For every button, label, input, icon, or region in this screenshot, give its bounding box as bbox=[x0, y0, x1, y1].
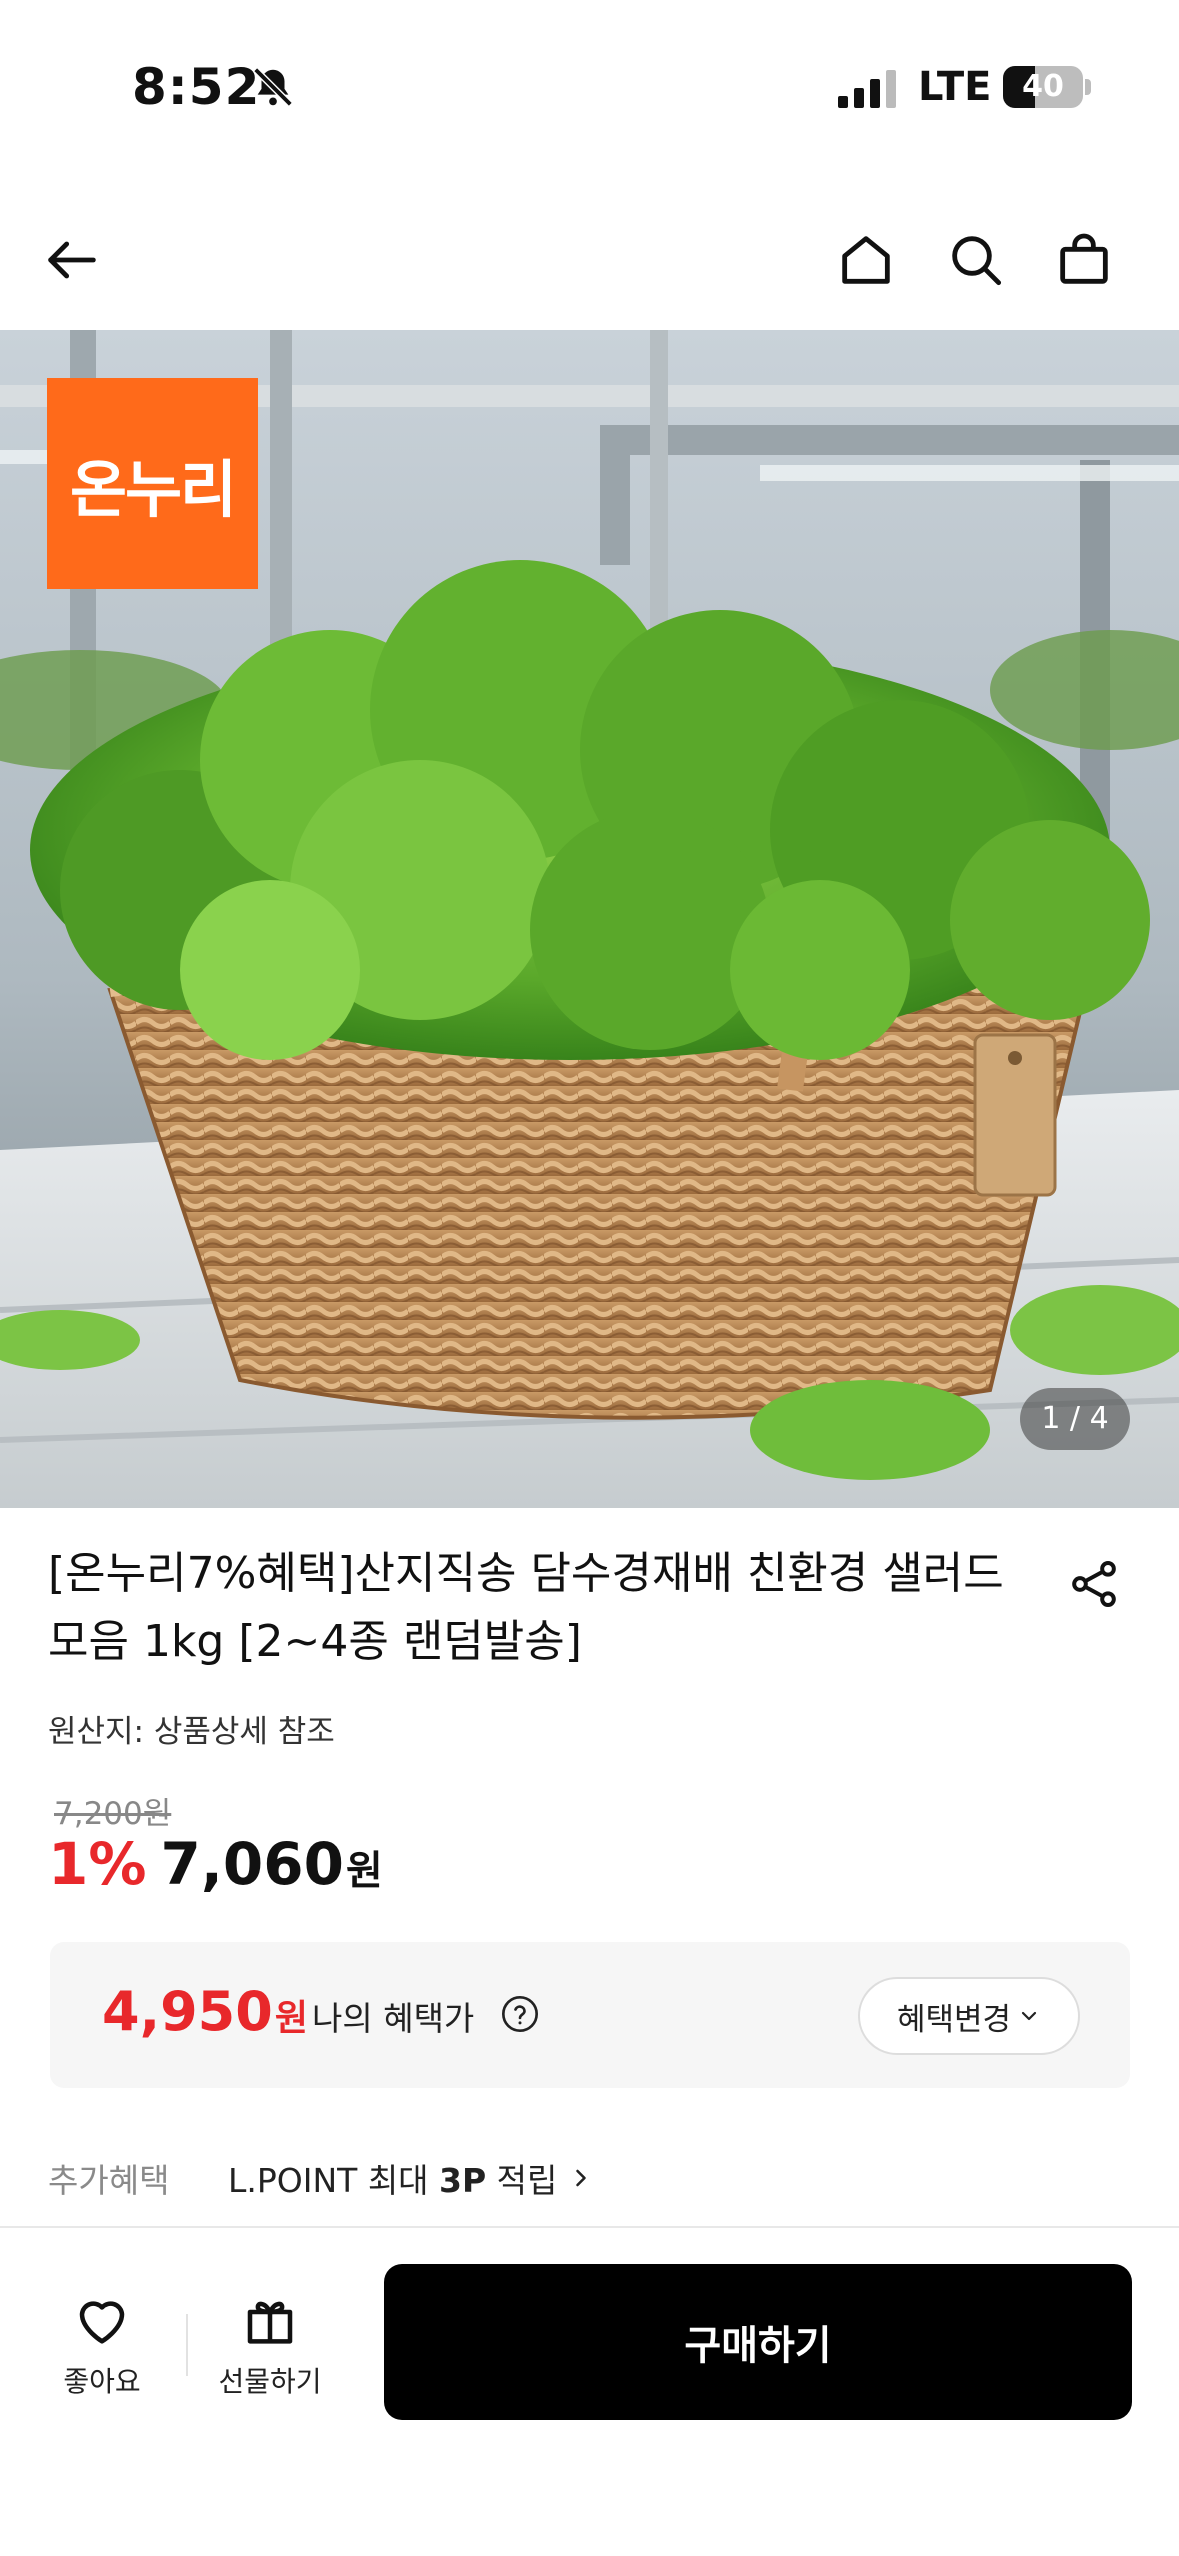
product-image-carousel[interactable]: 온누리 1 / 4 bbox=[0, 330, 1179, 1508]
sale-price-unit: 원 bbox=[345, 1848, 383, 1894]
status-bar: 8:52 LTE 40 bbox=[0, 0, 1179, 175]
battery-cap bbox=[1085, 79, 1091, 95]
extra-benefit-row[interactable]: 추가혜택 L.POINT 최대 3P 적립 bbox=[48, 2150, 595, 2206]
buy-button[interactable]: 구매하기 bbox=[384, 2264, 1132, 2420]
lpoint-benefit: L.POINT 최대 3P 적립 bbox=[228, 2154, 557, 2202]
benefit-label: 나의 혜택가 bbox=[312, 1999, 475, 2038]
extra-benefit-label: 추가혜택 bbox=[48, 2161, 170, 2200]
chevron-down-icon bbox=[1021, 2011, 1037, 2021]
top-nav-bar bbox=[0, 195, 1179, 325]
benefit-price-box: 4,950 원 나의 혜택가 혜택변경 bbox=[50, 1942, 1130, 2088]
bottom-divider bbox=[186, 2314, 188, 2376]
image-counter: 1 / 4 bbox=[1020, 1388, 1130, 1450]
home-icon bbox=[842, 236, 890, 284]
original-price: 7,200원 bbox=[54, 1796, 172, 1832]
shopping-bag-icon bbox=[1060, 233, 1108, 284]
battery-icon: 40 bbox=[1003, 66, 1083, 108]
cart-button[interactable] bbox=[1044, 220, 1124, 300]
help-icon[interactable] bbox=[500, 1994, 540, 2034]
brand-logo: 온누리 bbox=[47, 378, 258, 589]
share-button[interactable] bbox=[1058, 1548, 1130, 1620]
sale-price: 7,060 bbox=[160, 1830, 344, 1898]
price-row: 1% 7,060 원 bbox=[48, 1830, 383, 1910]
search-icon bbox=[952, 236, 1002, 286]
benefit-amount: 4,950 bbox=[102, 1980, 273, 2043]
network-label: LTE bbox=[918, 64, 992, 110]
change-benefit-button[interactable]: 혜택변경 bbox=[858, 1977, 1080, 2055]
lpoint-suffix: 적립 bbox=[486, 2161, 558, 2200]
share-icon bbox=[1072, 1561, 1116, 1607]
heart-icon bbox=[79, 2301, 125, 2344]
like-button[interactable]: 좋아요 bbox=[32, 2288, 172, 2400]
product-title: [온누리7%혜택]산지직송 담수경재배 친환경 샐러드 모음 1kg [2~4종… bbox=[48, 1548, 1004, 1667]
brand-logo-text: 온누리 bbox=[69, 452, 237, 526]
change-benefit-label: 혜택변경 bbox=[896, 2001, 1012, 2038]
gift-button[interactable]: 선물하기 bbox=[200, 2288, 340, 2400]
status-time: 8:52 bbox=[132, 58, 261, 116]
gift-label: 선물하기 bbox=[218, 2365, 322, 2398]
back-arrow-icon bbox=[48, 241, 96, 279]
benefit-price: 4,950 원 bbox=[102, 1980, 308, 2043]
gift-icon bbox=[247, 2301, 293, 2344]
bell-muted-icon bbox=[253, 67, 293, 107]
home-button[interactable] bbox=[826, 220, 906, 300]
lpoint-prefix: L.POINT 최대 bbox=[228, 2161, 440, 2200]
lpoint-points: 3P bbox=[439, 2161, 487, 2200]
search-button[interactable] bbox=[936, 220, 1016, 300]
like-label: 좋아요 bbox=[63, 2365, 141, 2398]
battery-level: 40 bbox=[1022, 69, 1064, 104]
bottom-action-bar: 좋아요 선물하기 구매하기 bbox=[0, 2226, 1179, 2556]
buy-label: 구매하기 bbox=[684, 2323, 832, 2369]
back-button[interactable] bbox=[32, 220, 112, 300]
origin-info: 원산지: 상품상세 참조 bbox=[48, 1714, 335, 1750]
chevron-right-icon bbox=[576, 2169, 587, 2187]
discount-rate: 1% bbox=[48, 1830, 147, 1898]
signal-icon bbox=[838, 70, 896, 108]
benefit-unit: 원 bbox=[274, 1998, 308, 2039]
